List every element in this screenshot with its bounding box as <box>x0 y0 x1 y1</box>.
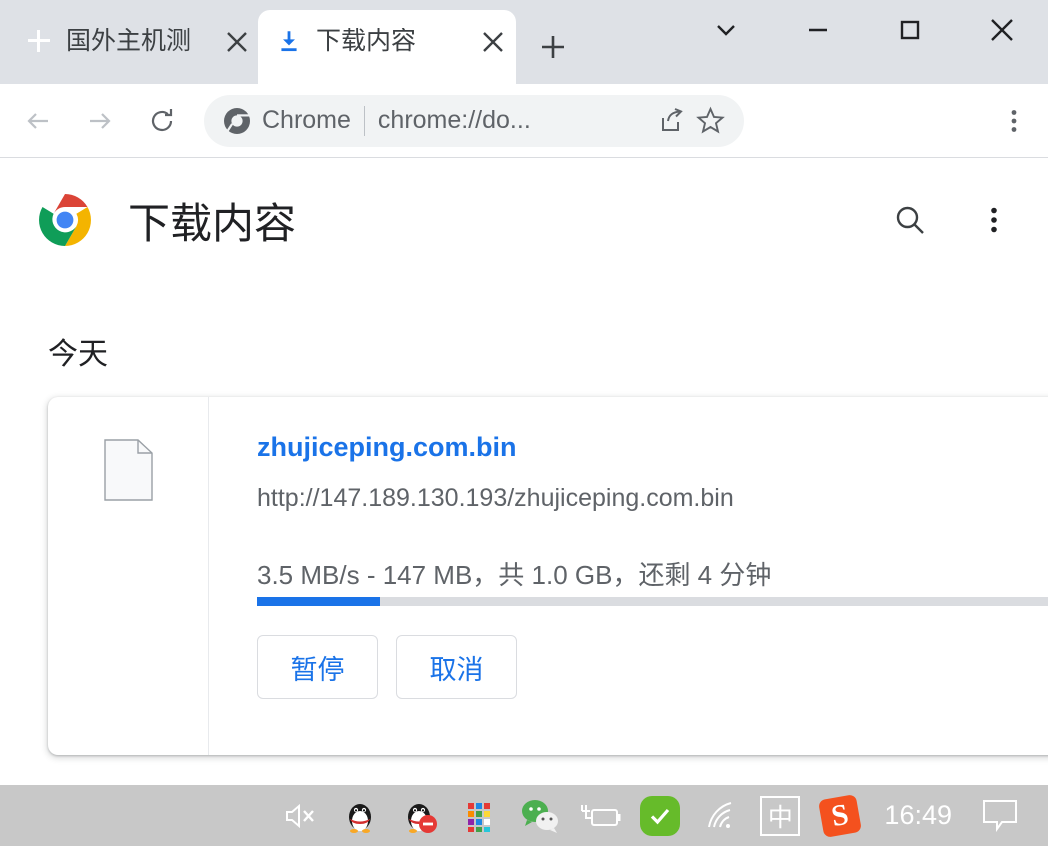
browser-window: 国外主机测 下载内容 Chrome chrome://do... 下载内容 今天… <box>0 0 1048 846</box>
download-status-text: 3.5 MB/s - 147 MB，共 1.0 GB，还剩 4 分钟 <box>257 560 772 591</box>
ime-chinese-label: 中 <box>760 795 801 836</box>
downloads-page: zhujiceping.com 下载内容 <box>0 159 1048 785</box>
browser-toolbar: Chrome chrome://do... <box>0 84 1048 158</box>
ime-chinese-icon[interactable]: 中 <box>756 792 804 840</box>
sogou-input-icon[interactable]: S <box>816 792 864 840</box>
download-source-url: http://147.189.130.193/zhujiceping.com.b… <box>257 484 734 513</box>
star-icon[interactable] <box>690 101 730 141</box>
reload-button[interactable] <box>138 97 186 145</box>
tab-strip: 国外主机测 下载内容 <box>0 0 1048 84</box>
download-actions: 暂停 取消 <box>257 635 517 699</box>
battery-charging-icon[interactable] <box>576 792 624 840</box>
page-menu-icon[interactable] <box>968 194 1020 246</box>
sogou-s-label: S <box>818 793 863 838</box>
page-title: 下载内容 <box>128 199 297 247</box>
windows-taskbar: 中 S 16:49 <box>0 785 1048 846</box>
file-icon-column <box>48 397 209 755</box>
taskbar-clock[interactable]: 16:49 <box>884 800 952 831</box>
address-bar[interactable]: Chrome chrome://do... <box>204 94 744 147</box>
wifi-icon[interactable] <box>696 792 744 840</box>
tab-close-button[interactable] <box>476 25 510 59</box>
speaker-muted-icon[interactable] <box>276 792 324 840</box>
omnibox-separator <box>363 105 365 136</box>
download-details: zhujiceping.com.bin http://147.189.130.1… <box>209 397 1048 755</box>
download-item-card: zhujiceping.com.bin http://147.189.130.1… <box>48 397 1048 755</box>
download-icon <box>276 28 304 56</box>
downloads-header: 下载内容 <box>0 159 1048 281</box>
chrome-logo <box>38 193 92 247</box>
pause-button[interactable]: 暂停 <box>257 635 378 699</box>
chrome-shield-icon <box>222 106 252 136</box>
generic-file-icon <box>103 439 153 501</box>
tab-inactive[interactable]: 国外主机测 <box>8 10 260 84</box>
omnibox-url-text: chrome://do... <box>377 106 531 134</box>
download-progress-bar <box>257 597 1048 606</box>
maximize-button[interactable] <box>864 0 956 60</box>
search-icon[interactable] <box>884 194 936 246</box>
tab-search-button[interactable] <box>680 0 772 60</box>
new-tab-button[interactable] <box>530 24 576 70</box>
browser-menu-button[interactable] <box>990 97 1038 145</box>
minimize-button[interactable] <box>772 0 864 60</box>
share-icon[interactable] <box>650 101 690 141</box>
color-grid-icon[interactable] <box>456 792 504 840</box>
tab-active-downloads[interactable]: 下载内容 <box>258 10 516 84</box>
close-button[interactable] <box>956 0 1048 60</box>
red-seal-icon <box>26 28 54 56</box>
tab-close-button[interactable] <box>220 25 254 59</box>
download-progress-fill <box>257 597 381 606</box>
omnibox-brand-label: Chrome <box>262 106 351 134</box>
notification-icon[interactable] <box>974 792 1026 840</box>
wechat-icon[interactable] <box>516 792 564 840</box>
cancel-button[interactable]: 取消 <box>396 635 517 699</box>
section-label-today: 今天 <box>48 338 108 371</box>
back-button[interactable] <box>14 97 62 145</box>
download-filename-link[interactable]: zhujiceping.com.bin <box>257 431 1048 463</box>
qq-icon[interactable] <box>336 792 384 840</box>
window-controls <box>680 0 1048 60</box>
tab-title: 下载内容 <box>316 28 417 56</box>
qq-busy-icon[interactable] <box>396 792 444 840</box>
forward-button[interactable] <box>76 97 124 145</box>
tab-title: 国外主机测 <box>66 28 192 56</box>
green-check-icon[interactable] <box>636 792 684 840</box>
